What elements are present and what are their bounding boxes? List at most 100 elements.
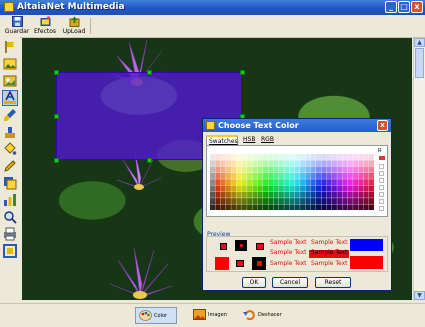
color-swatch[interactable] [241, 191, 247, 198]
color-swatch[interactable] [331, 204, 337, 210]
color-swatch[interactable] [305, 185, 311, 192]
color-swatch[interactable] [241, 198, 247, 205]
color-swatch[interactable] [231, 154, 237, 160]
color-swatch[interactable] [210, 198, 215, 205]
color-swatch[interactable] [247, 198, 253, 205]
color-swatch[interactable] [342, 198, 348, 205]
color-swatch[interactable] [310, 191, 316, 198]
color-swatch[interactable] [353, 160, 359, 167]
color-swatch[interactable] [363, 166, 369, 173]
color-swatch[interactable] [284, 185, 290, 192]
picture-icon[interactable] [3, 74, 17, 88]
color-swatch[interactable] [321, 185, 327, 192]
color-swatch[interactable] [342, 154, 348, 160]
color-swatch[interactable] [278, 154, 284, 160]
color-swatch[interactable] [225, 198, 231, 205]
color-swatch[interactable] [273, 166, 279, 173]
color-swatch[interactable] [273, 198, 279, 205]
color-swatch[interactable] [300, 166, 306, 173]
color-swatch[interactable] [294, 172, 300, 179]
color-swatch[interactable] [268, 198, 274, 205]
color-swatch[interactable] [257, 166, 263, 173]
color-swatch[interactable] [358, 154, 364, 160]
color-swatch[interactable] [321, 179, 327, 186]
color-swatch[interactable] [231, 204, 237, 210]
color-swatch[interactable] [342, 172, 348, 179]
color-swatch[interactable] [257, 204, 263, 210]
color-swatch[interactable] [268, 179, 274, 186]
flag-tool-icon[interactable] [3, 40, 17, 54]
color-swatch[interactable] [342, 204, 348, 210]
color-swatch[interactable] [284, 154, 290, 160]
color-swatch[interactable] [300, 179, 306, 186]
color-swatch[interactable] [241, 154, 247, 160]
resize-handle[interactable] [54, 114, 59, 119]
color-swatch[interactable] [353, 172, 359, 179]
color-swatch[interactable] [331, 185, 337, 192]
color-swatch[interactable] [231, 160, 237, 167]
color-swatch[interactable] [326, 185, 332, 192]
color-swatch[interactable] [342, 179, 348, 186]
color-swatch[interactable] [231, 172, 237, 179]
color-swatch[interactable] [215, 154, 221, 160]
color-swatch[interactable] [369, 191, 374, 198]
color-swatch[interactable] [220, 160, 226, 167]
color-swatch[interactable] [337, 191, 343, 198]
color-swatch[interactable] [331, 154, 337, 160]
color-swatch[interactable] [342, 185, 348, 192]
color-swatch[interactable] [241, 166, 247, 173]
scroll-down-arrow-icon[interactable]: ▼ [414, 291, 425, 300]
color-swatch[interactable] [225, 154, 231, 160]
color-swatch[interactable] [278, 160, 284, 167]
color-swatch[interactable] [225, 160, 231, 167]
resize-handle[interactable] [147, 158, 152, 163]
color-swatch[interactable] [337, 179, 343, 186]
color-swatch[interactable] [215, 172, 221, 179]
imagen-button[interactable]: Imagen [193, 307, 233, 324]
color-swatch[interactable] [347, 204, 353, 210]
color-swatch[interactable] [257, 185, 263, 192]
color-swatch[interactable] [326, 160, 332, 167]
recent-color[interactable] [379, 178, 384, 183]
recent-color[interactable] [379, 199, 384, 204]
color-swatch[interactable] [347, 166, 353, 173]
chart-icon[interactable] [3, 193, 17, 207]
color-swatch[interactable] [210, 172, 215, 179]
color-swatch[interactable] [284, 198, 290, 205]
color-swatch[interactable] [305, 154, 311, 160]
color-swatch[interactable] [310, 179, 316, 186]
color-swatch[interactable] [294, 160, 300, 167]
color-swatch[interactable] [247, 179, 253, 186]
color-swatch[interactable] [363, 154, 369, 160]
color-swatch[interactable] [363, 191, 369, 198]
color-swatch[interactable] [347, 179, 353, 186]
color-swatch[interactable] [210, 160, 215, 167]
color-swatch[interactable] [247, 166, 253, 173]
resize-handle[interactable] [240, 70, 245, 75]
color-swatch[interactable] [321, 198, 327, 205]
color-swatch[interactable] [321, 204, 327, 210]
color-swatch[interactable] [326, 191, 332, 198]
color-swatch[interactable] [263, 160, 268, 167]
color-swatch[interactable] [300, 191, 306, 198]
color-swatch[interactable] [305, 179, 311, 186]
tab-hsb[interactable]: HSB [241, 135, 261, 145]
color-swatch[interactable] [337, 172, 343, 179]
resize-handle[interactable] [54, 158, 59, 163]
color-swatch[interactable] [278, 185, 284, 192]
color-swatch[interactable] [247, 160, 253, 167]
color-swatch[interactable] [225, 179, 231, 186]
color-swatch[interactable] [316, 160, 321, 167]
color-swatch[interactable] [331, 166, 337, 173]
efectos-button[interactable]: Efectos [32, 16, 58, 36]
color-swatch[interactable] [268, 185, 274, 192]
color-swatch[interactable] [337, 154, 343, 160]
tab-rgb[interactable]: RGB [259, 135, 279, 145]
color-swatch[interactable] [321, 160, 327, 167]
color-swatch[interactable] [210, 179, 215, 186]
color-swatch[interactable] [363, 179, 369, 186]
color-swatch[interactable] [289, 191, 295, 198]
color-swatch[interactable] [252, 198, 258, 205]
color-swatch[interactable] [321, 172, 327, 179]
color-swatch[interactable] [278, 198, 284, 205]
